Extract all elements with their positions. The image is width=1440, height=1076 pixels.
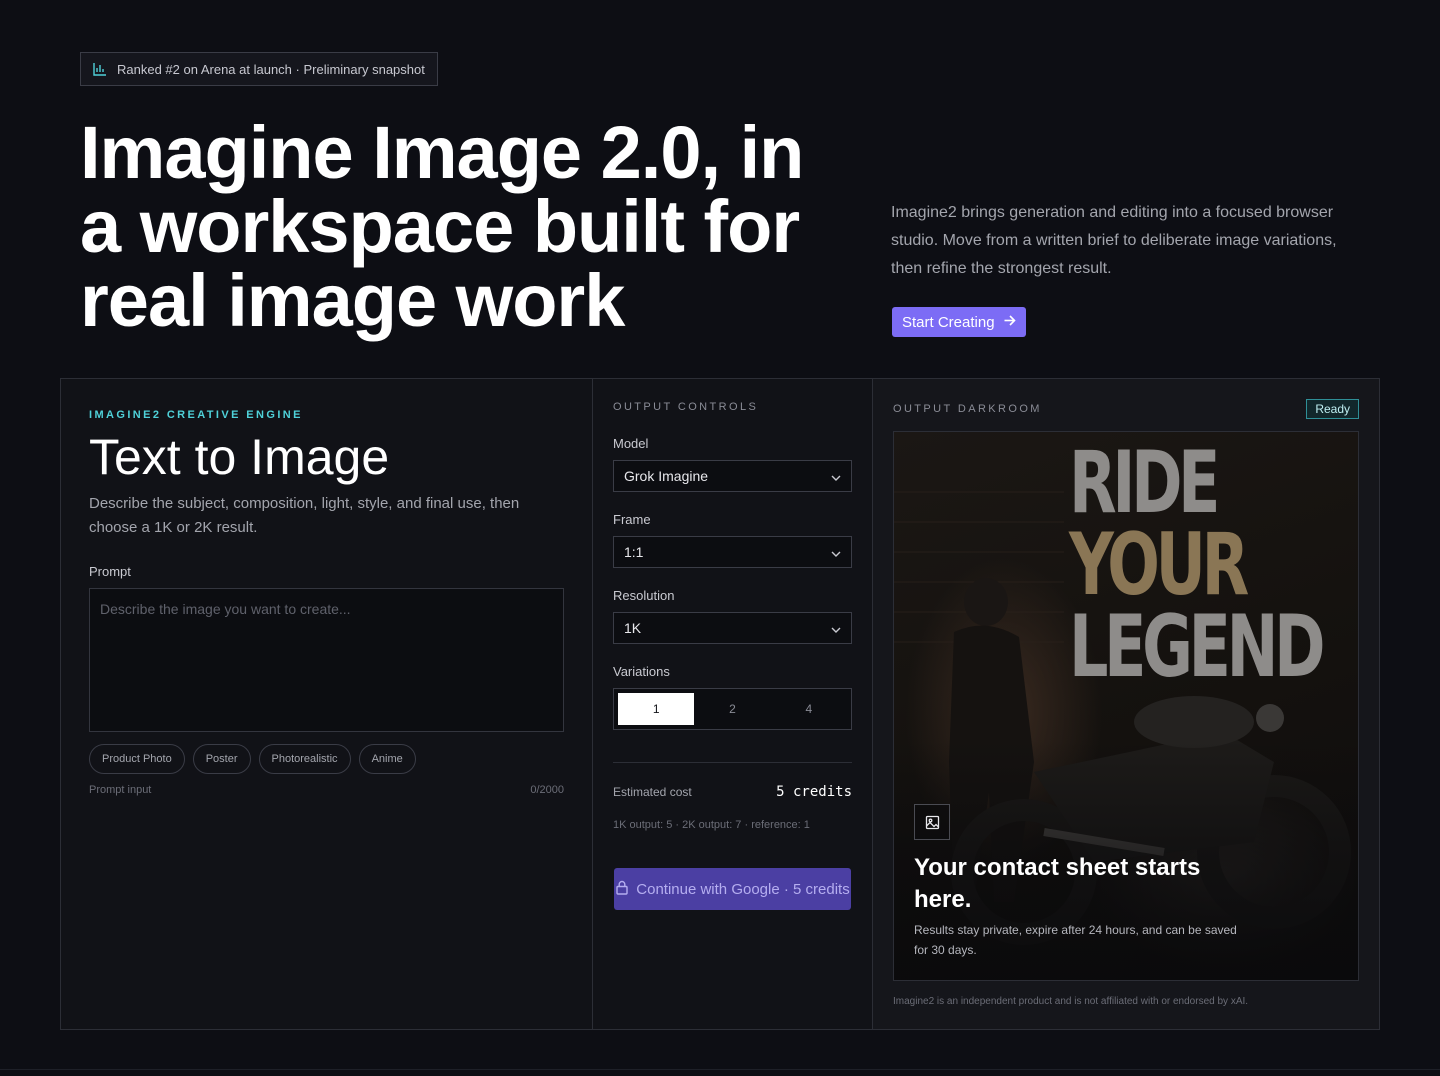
output-controls-column: OUTPUT CONTROLS Model Grok Imagine Frame… <box>593 379 873 1029</box>
model-select[interactable]: Grok Imagine <box>613 460 852 492</box>
prompt-column: IMAGINE2 CREATIVE ENGINE Text to Image D… <box>61 379 593 1029</box>
resolution-select[interactable]: 1K <box>613 612 852 644</box>
section-title: Text to Image <box>89 429 390 485</box>
variation-option-1[interactable]: 1 <box>618 693 695 725</box>
variations-segmented-control: 1 2 4 <box>613 688 852 730</box>
hero-title: Imagine Image 2.0, in a workspace built … <box>80 111 804 342</box>
landing-page: Ranked #2 on Arena at launch · Prelimina… <box>0 0 1440 1076</box>
variation-option-4[interactable]: 4 <box>771 693 847 725</box>
poster-headline: RIDE YOUR LEGEND <box>1069 433 1326 697</box>
contact-sheet-description: Results stay private, expire after 24 ho… <box>914 923 1237 957</box>
poster-line: YOUR <box>1069 515 1249 615</box>
engine-eyebrow: IMAGINE2 CREATIVE ENGINE <box>89 409 303 421</box>
prompt-input[interactable] <box>89 588 564 732</box>
chevron-down-icon <box>831 620 841 636</box>
style-chips: Product Photo Poster Photorealistic Anim… <box>89 744 416 774</box>
bar-chart-icon <box>93 62 107 76</box>
output-preview: RIDE YOUR LEGEND Your contact sheet star… <box>893 431 1359 981</box>
start-creating-label: Start Creating <box>902 313 995 331</box>
disclaimer: Imagine2 is an independent product and i… <box>893 996 1249 1007</box>
model-field: Model Grok Imagine <box>613 436 852 492</box>
resolution-field: Resolution 1K <box>613 588 852 644</box>
darkroom-eyebrow: OUTPUT DARKROOM <box>893 403 1042 415</box>
hero-description: Imagine2 brings generation and editing i… <box>891 204 1337 277</box>
frame-field: Frame 1:1 <box>613 512 852 568</box>
frame-label: Frame <box>613 512 651 527</box>
start-creating-button[interactable]: Start Creating <box>892 307 1026 337</box>
frame-value: 1:1 <box>624 544 644 560</box>
ranking-badge-text: Ranked #2 on Arena at launch · Prelimina… <box>117 61 425 77</box>
arrow-right-icon <box>1003 314 1016 331</box>
cost-value: 5 credits <box>776 784 852 800</box>
resolution-value: 1K <box>624 620 642 636</box>
chevron-down-icon <box>831 468 841 484</box>
chip-poster[interactable]: Poster <box>192 744 251 774</box>
prompt-label: Prompt <box>89 564 131 579</box>
model-label: Model <box>613 436 649 451</box>
prompt-hint: Prompt input <box>89 784 152 796</box>
variations-field: Variations 1 2 4 <box>613 664 852 730</box>
model-value: Grok Imagine <box>624 468 709 484</box>
status-badge: Ready <box>1306 399 1359 419</box>
variations-label: Variations <box>613 664 670 679</box>
cost-label: Estimated cost <box>613 785 692 799</box>
variation-option-2[interactable]: 2 <box>694 693 770 725</box>
chevron-down-icon <box>831 544 841 560</box>
chip-product-photo[interactable]: Product Photo <box>89 744 185 774</box>
cost-breakdown: 1K output: 5 · 2K output: 7 · reference:… <box>613 819 810 831</box>
section-description: Describe the subject, composition, light… <box>89 495 520 536</box>
contact-sheet-title: Your contact sheet starts here. <box>914 854 1201 913</box>
output-darkroom-column: OUTPUT DARKROOM Ready RIDE YOUR LEGEND Y… <box>873 379 1379 1029</box>
prompt-meta: Prompt input 0/2000 <box>89 784 564 796</box>
footer-divider <box>0 1069 1440 1070</box>
image-icon <box>914 804 950 840</box>
chip-photorealistic[interactable]: Photorealistic <box>258 744 351 774</box>
controls-eyebrow: OUTPUT CONTROLS <box>613 401 759 413</box>
controls-divider <box>613 762 852 763</box>
resolution-label: Resolution <box>613 588 675 603</box>
poster-line: LEGEND <box>1069 597 1326 697</box>
frame-select[interactable]: 1:1 <box>613 536 852 568</box>
workspace-panel: IMAGINE2 CREATIVE ENGINE Text to Image D… <box>60 378 1380 1030</box>
continue-with-google-button[interactable]: Continue with Google · 5 credits <box>614 868 851 910</box>
lock-icon <box>615 880 629 899</box>
ranking-badge: Ranked #2 on Arena at launch · Prelimina… <box>80 52 438 86</box>
char-counter: 0/2000 <box>530 784 564 796</box>
chip-anime[interactable]: Anime <box>358 744 416 774</box>
google-button-label: Continue with Google · 5 credits <box>636 880 850 898</box>
poster-line: RIDE <box>1069 433 1220 533</box>
cost-row: Estimated cost 5 credits <box>613 784 852 800</box>
